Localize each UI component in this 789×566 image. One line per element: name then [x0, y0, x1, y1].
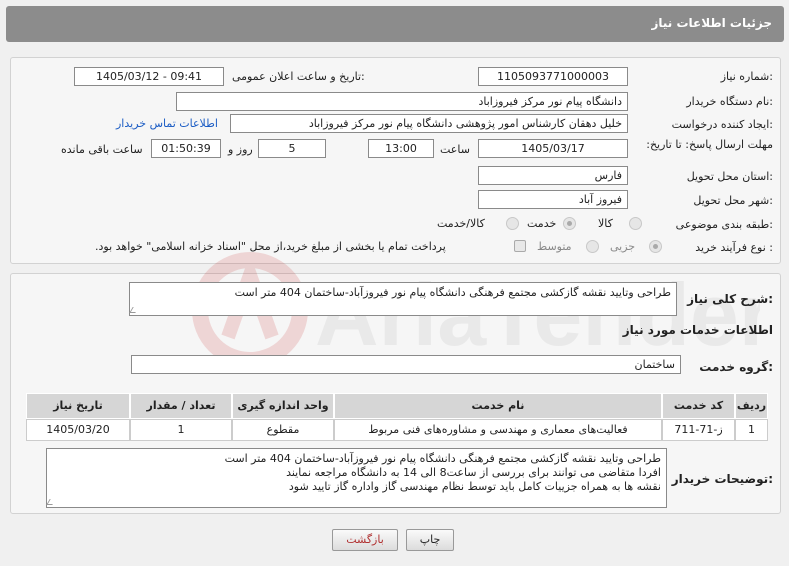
page-title: جزئیات اطلاعات نیاز — [651, 16, 772, 30]
treasury-bonds-checkbox[interactable] — [514, 240, 526, 252]
table-row-cell-need-date: 1405/03/20 — [26, 419, 130, 441]
category-goods-label: کالا — [598, 217, 613, 230]
category-service-label: خدمت — [527, 217, 557, 230]
time-remaining-field: 01:50:39 — [151, 139, 221, 158]
city-field: فیروز آباد — [478, 190, 628, 209]
announce-date-label: تاریخ و ساعت اعلان عمومی: — [232, 70, 365, 83]
category-goods-radio[interactable] — [629, 217, 642, 230]
buyer-notes-label: توضیحات خریدار: — [671, 472, 773, 486]
summary-textarea[interactable]: طراحی وتایید نقشه گازکشی مجتمع فرهنگی دا… — [129, 282, 677, 316]
services-heading: اطلاعات خدمات مورد نیاز — [622, 323, 773, 337]
deadline-label: مهلت ارسال پاسخ: تا تاریخ: — [646, 138, 773, 151]
table-row-cell-row-number: 1 — [735, 419, 768, 441]
creator-label: ایجاد کننده درخواست: — [671, 118, 773, 131]
table-row-cell-service-code: ز-71-711 — [662, 419, 735, 441]
province-field: فارس — [478, 166, 628, 185]
need-number-field: 1105093771000003 — [478, 67, 628, 86]
treasury-bonds-note: پرداخت تمام یا بخشی از مبلغ خرید،از محل … — [95, 240, 446, 253]
col-row-number: ردیف — [735, 393, 768, 419]
service-group-field: ساختمان — [131, 355, 681, 374]
col-unit: واحد اندازه گیری — [232, 393, 334, 419]
announce-date-field: 1405/03/12 - 09:41 — [74, 67, 224, 86]
category-goods-service-label: کالا/خدمت — [437, 217, 485, 230]
col-quantity: تعداد / مقدار — [130, 393, 232, 419]
col-service-code: کد خدمت — [662, 393, 735, 419]
need-number-label: شماره نیاز: — [720, 70, 773, 83]
back-button[interactable]: بازگشت — [332, 529, 398, 551]
table-row-cell-service-name: فعالیت‌های معماری و مهندسی و مشاوره‌های … — [334, 419, 662, 441]
days-label: روز و — [228, 143, 253, 156]
deadline-time-label: ساعت — [440, 143, 470, 156]
time-remaining-label: ساعت باقی مانده — [61, 143, 143, 156]
service-group-label: گروه خدمت: — [699, 360, 773, 374]
buyer-org-label: نام دستگاه خریدار: — [686, 95, 773, 108]
buyer-notes-textarea[interactable]: طراحی وتایید نقشه گازکشی مجتمع فرهنگی دا… — [46, 448, 667, 508]
deadline-date-field: 1405/03/17 — [478, 139, 628, 158]
table-row-cell-unit: مقطوع — [232, 419, 334, 441]
creator-field: خلیل دهقان کارشناس امور پژوهشی دانشگاه پ… — [230, 114, 628, 133]
process-minor-radio[interactable] — [649, 240, 662, 253]
category-label: طبقه بندی موضوعی: — [675, 218, 773, 231]
col-need-date: تاریخ نیاز — [26, 393, 130, 419]
print-button[interactable]: چاپ — [406, 529, 454, 551]
buyer-contact-link[interactable]: اطلاعات تماس خریدار — [116, 117, 218, 130]
process-medium-radio[interactable] — [586, 240, 599, 253]
province-label: استان محل تحویل: — [686, 170, 773, 183]
category-service-radio[interactable] — [563, 217, 576, 230]
process-medium-label: متوسط — [537, 240, 572, 253]
buyer-org-field: دانشگاه پیام نور مرکز فیروزاباد — [176, 92, 628, 111]
process-minor-label: جزیی — [610, 240, 636, 253]
col-service-name: نام خدمت — [334, 393, 662, 419]
need-info-panel — [10, 57, 781, 264]
category-goods-service-radio[interactable] — [506, 217, 519, 230]
page-header: جزئیات اطلاعات نیاز — [6, 6, 784, 42]
summary-label: شرح کلی نیاز: — [687, 292, 773, 306]
process-type-label: نوع فرآیند خرید : — [695, 241, 773, 254]
table-row-cell-quantity: 1 — [130, 419, 232, 441]
deadline-time-field: 13:00 — [368, 139, 434, 158]
city-label: شهر محل تحویل: — [693, 194, 773, 207]
days-remaining-field: 5 — [258, 139, 326, 158]
